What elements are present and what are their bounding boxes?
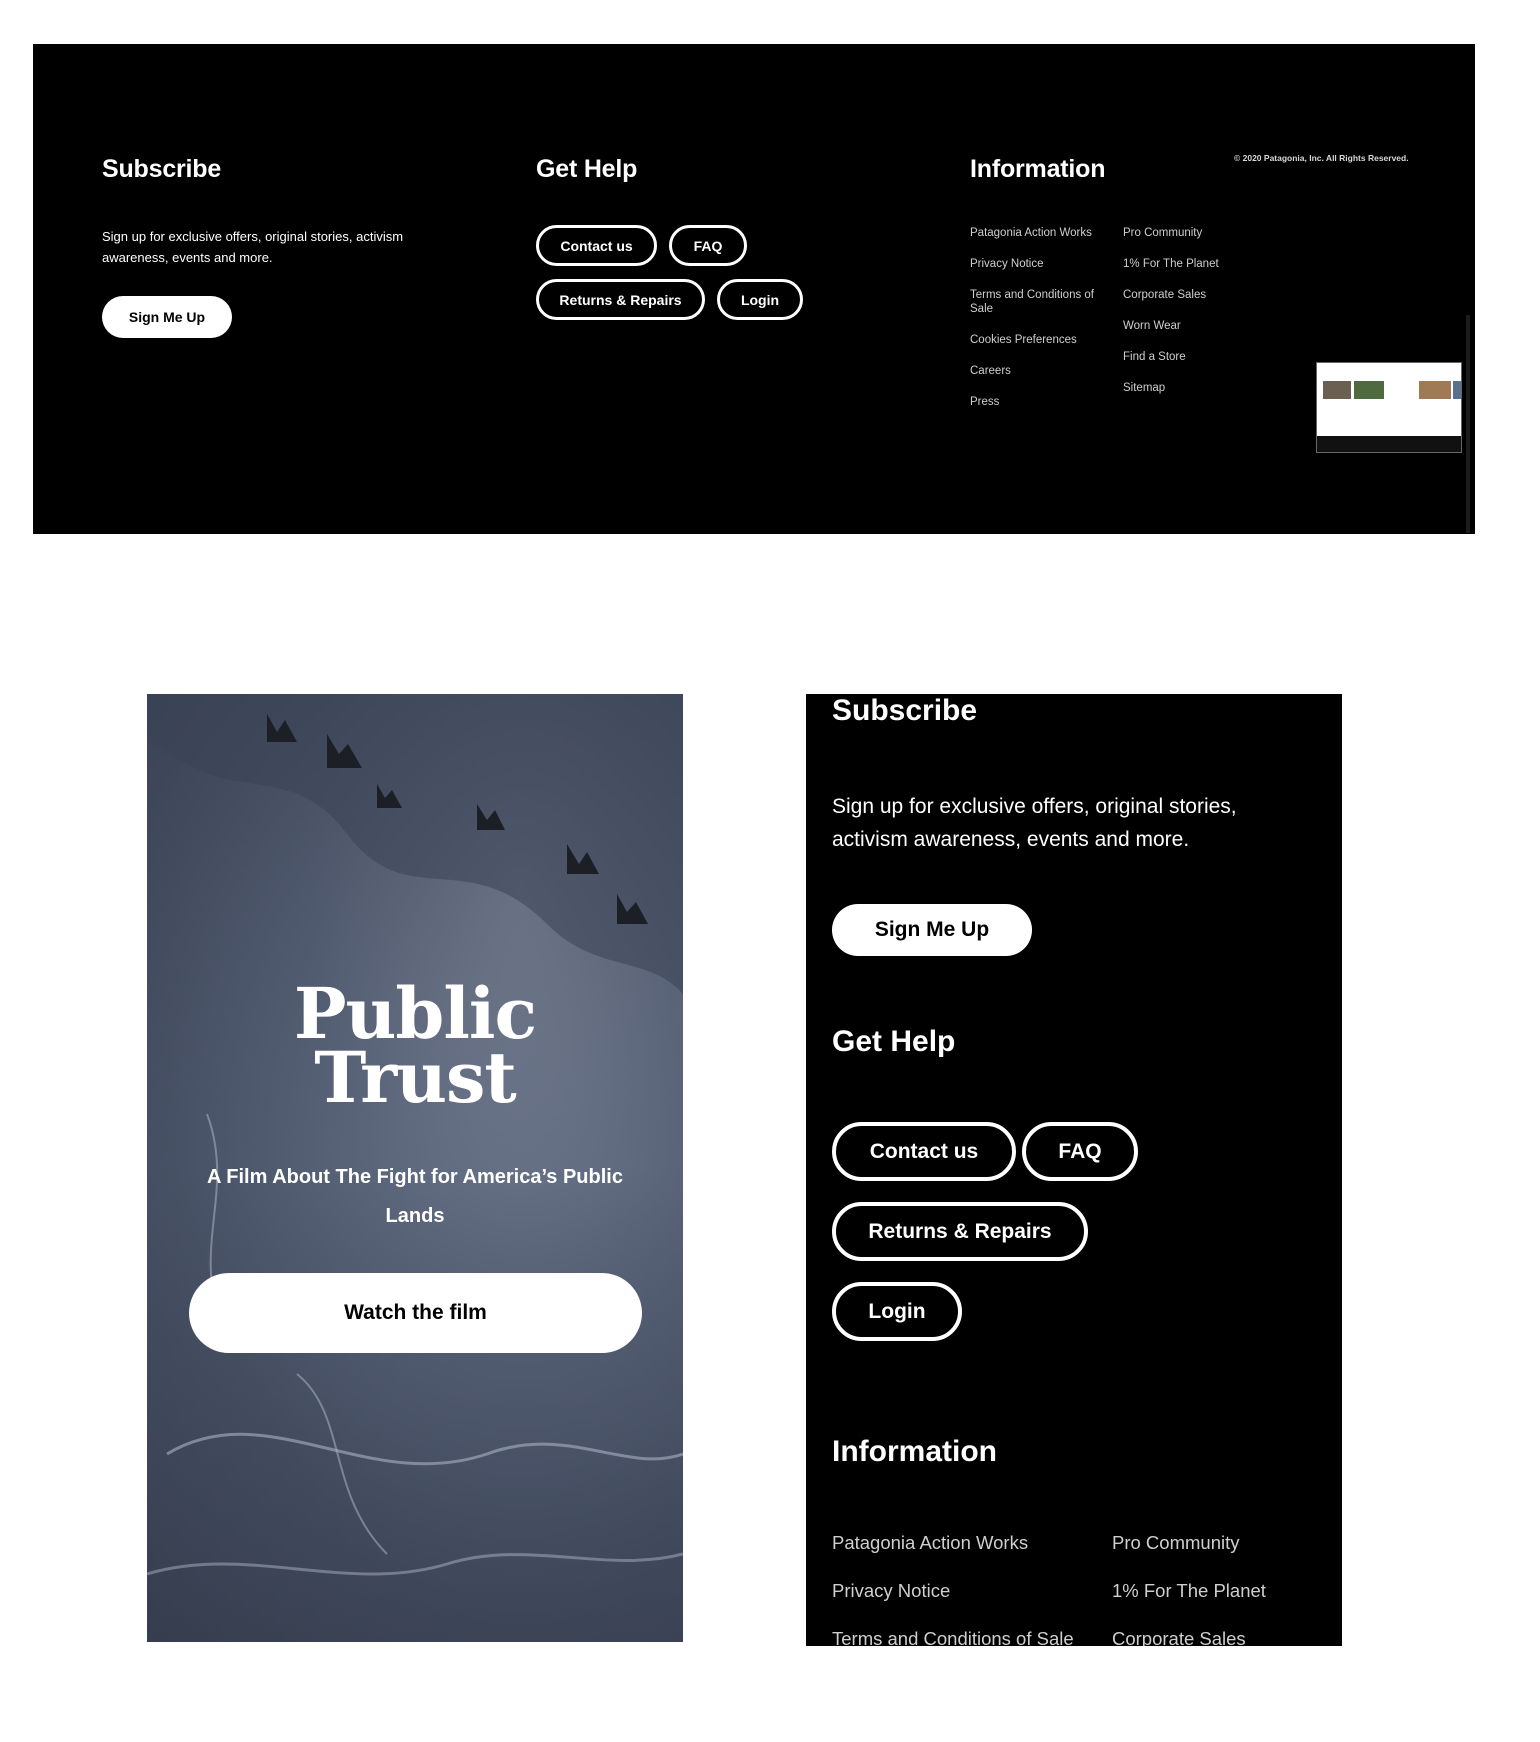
- scrollbar[interactable]: [1466, 315, 1470, 533]
- faq-button[interactable]: FAQ: [669, 225, 747, 266]
- mobile-link-terms-and-conditions[interactable]: Terms and Conditions of Sale: [832, 1628, 1074, 1646]
- link-privacy-notice[interactable]: Privacy Notice: [970, 257, 1110, 271]
- watch-film-button[interactable]: Watch the film: [189, 1273, 642, 1353]
- link-terms-and-conditions[interactable]: Terms and Conditions of Sale: [970, 288, 1110, 316]
- returns-repairs-button[interactable]: Returns & Repairs: [536, 279, 705, 320]
- mobile-link-privacy-notice[interactable]: Privacy Notice: [832, 1580, 950, 1602]
- sign-me-up-button[interactable]: Sign Me Up: [102, 296, 232, 338]
- mobile-link-pro-community[interactable]: Pro Community: [1112, 1532, 1239, 1554]
- link-find-a-store[interactable]: Find a Store: [1123, 350, 1273, 364]
- film-title: Public Trust: [147, 979, 683, 1119]
- mobile-faq-button[interactable]: FAQ: [1022, 1122, 1138, 1181]
- mobile-link-one-percent-for-the-planet[interactable]: 1% For The Planet: [1112, 1580, 1266, 1602]
- subscribe-text: Sign up for exclusive offers, original s…: [102, 229, 404, 265]
- get-help-heading: Get Help: [536, 155, 638, 183]
- page-preview-thumbnail: [1316, 362, 1462, 453]
- mobile-information-heading: Information: [832, 1435, 997, 1468]
- film-title-line-2: Trust: [314, 1036, 517, 1119]
- mobile-link-corporate-sales[interactable]: Corporate Sales: [1112, 1628, 1246, 1646]
- link-pro-community[interactable]: Pro Community: [1123, 226, 1273, 240]
- copyright-text: © 2020 Patagonia, Inc. All Rights Reserv…: [1234, 153, 1409, 163]
- mobile-footer: Subscribe Sign up for exclusive offers, …: [806, 694, 1342, 1646]
- info-links-col-1: Patagonia Action Works Privacy Notice Te…: [970, 226, 1110, 426]
- film-hero: Public Trust A Film About The Fight for …: [147, 694, 683, 1642]
- link-careers[interactable]: Careers: [970, 364, 1110, 378]
- link-corporate-sales[interactable]: Corporate Sales: [1123, 288, 1273, 302]
- mobile-contact-us-button[interactable]: Contact us: [832, 1122, 1016, 1181]
- desktop-footer: Subscribe Sign up for exclusive offers, …: [33, 44, 1475, 534]
- mobile-login-button[interactable]: Login: [832, 1282, 962, 1341]
- mobile-get-help-heading: Get Help: [832, 1025, 956, 1058]
- mobile-sign-me-up-button[interactable]: Sign Me Up: [832, 904, 1032, 956]
- contact-us-button[interactable]: Contact us: [536, 225, 657, 266]
- link-sitemap[interactable]: Sitemap: [1123, 381, 1273, 395]
- mobile-returns-repairs-button[interactable]: Returns & Repairs: [832, 1202, 1088, 1261]
- mobile-link-patagonia-action-works[interactable]: Patagonia Action Works: [832, 1532, 1028, 1554]
- info-links-col-2: Pro Community 1% For The Planet Corporat…: [1123, 226, 1273, 412]
- subscribe-heading: Subscribe: [102, 155, 222, 183]
- link-patagonia-action-works[interactable]: Patagonia Action Works: [970, 226, 1110, 240]
- mobile-subscribe-text: Sign up for exclusive offers, original s…: [832, 795, 1237, 851]
- link-press[interactable]: Press: [970, 395, 1110, 409]
- mobile-subscribe-heading: Subscribe: [832, 694, 978, 727]
- login-button[interactable]: Login: [717, 279, 803, 320]
- link-worn-wear[interactable]: Worn Wear: [1123, 319, 1273, 333]
- link-cookies-preferences[interactable]: Cookies Preferences: [970, 333, 1110, 347]
- link-one-percent-for-the-planet[interactable]: 1% For The Planet: [1123, 257, 1273, 271]
- film-subtitle: A Film About The Fight for America’s Pub…: [207, 1166, 623, 1227]
- information-heading: Information: [970, 155, 1106, 183]
